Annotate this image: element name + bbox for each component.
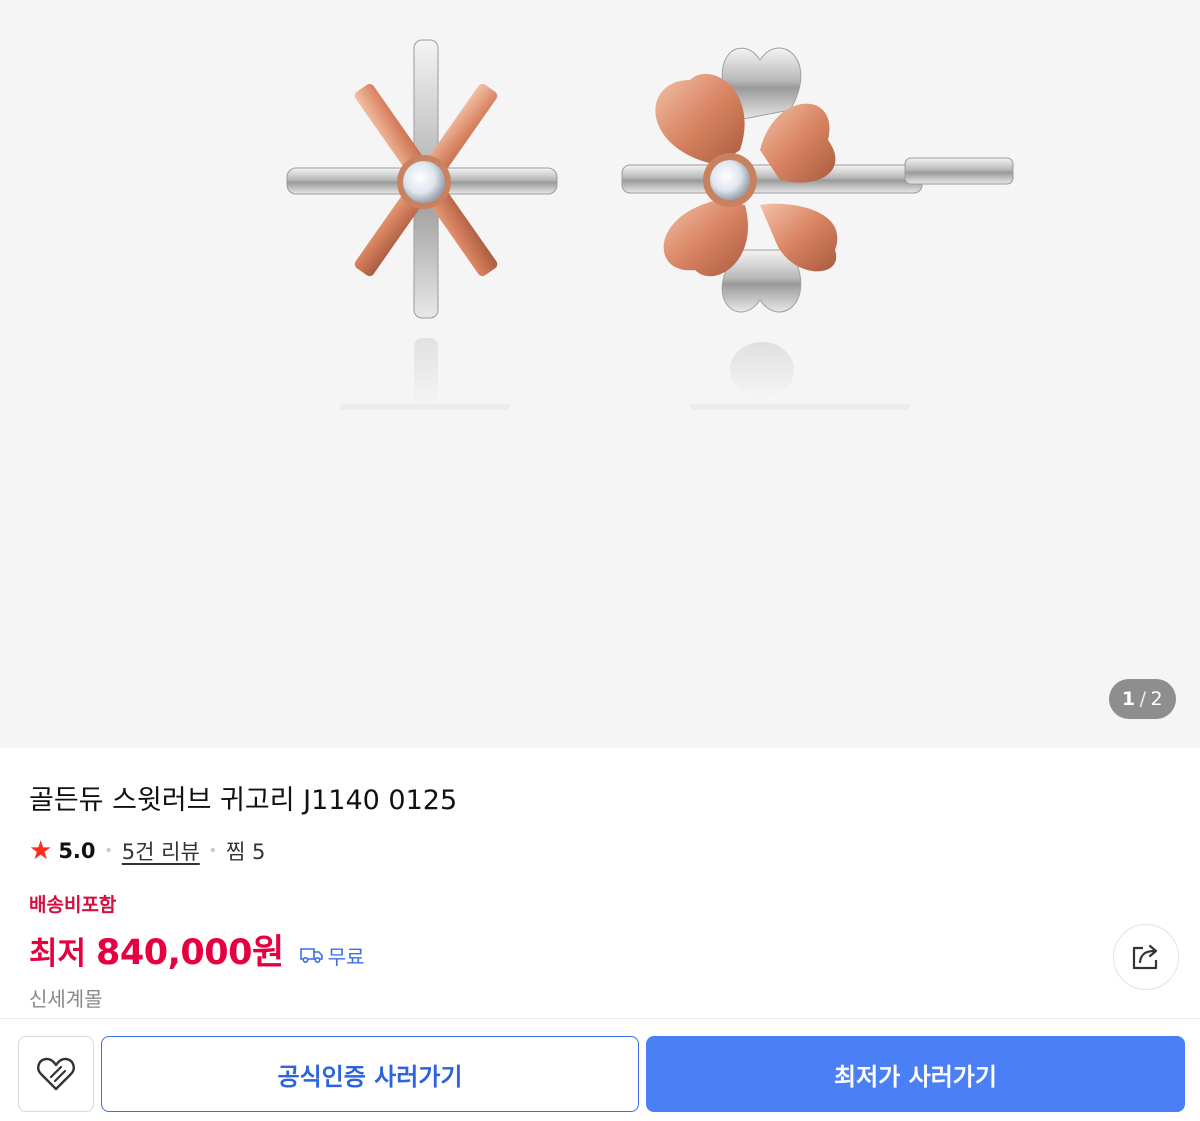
truck-icon bbox=[299, 948, 323, 964]
lowest-price-buy-button[interactable]: 최저가 사러가기 bbox=[646, 1036, 1185, 1112]
price-row: 최저 840,000원 무료 bbox=[29, 924, 364, 975]
page-separator: / bbox=[1139, 688, 1147, 710]
bottom-action-bar: 공식인증 사러가기 최저가 사러가기 bbox=[0, 1018, 1200, 1121]
heart-icon bbox=[37, 1057, 75, 1091]
wish-count: 찜 5 bbox=[226, 840, 266, 864]
total-pages: 2 bbox=[1150, 688, 1164, 710]
product-info: 골든듀 스윗러브 귀고리 J1140 0125 ★ 5.0 • 5건 리뷰 • … bbox=[0, 748, 1200, 1018]
separator-dot: • bbox=[104, 843, 113, 859]
product-image-gallery[interactable]: 1 / 2 bbox=[0, 0, 1200, 748]
price-prefix: 최저 bbox=[29, 936, 87, 972]
share-icon bbox=[1132, 944, 1158, 970]
left-earring-image bbox=[286, 39, 558, 410]
delivery-info: 무료 bbox=[299, 941, 365, 970]
official-buy-button[interactable]: 공식인증 사러가기 bbox=[101, 1036, 639, 1112]
right-earring-image bbox=[621, 47, 1014, 410]
star-icon: ★ bbox=[29, 836, 53, 866]
share-button[interactable] bbox=[1113, 924, 1179, 990]
shipping-included-label: 배송비포함 bbox=[29, 894, 117, 916]
wishlist-button[interactable] bbox=[18, 1036, 94, 1112]
review-link[interactable]: 5건 리뷰 bbox=[122, 836, 200, 866]
lowest-price: 840,000원 bbox=[96, 933, 284, 973]
rating-row: ★ 5.0 • 5건 리뷰 • 찜 5 bbox=[29, 836, 265, 866]
seller-name[interactable]: 신세계몰 bbox=[29, 983, 103, 1012]
current-page: 1 bbox=[1121, 688, 1136, 710]
delivery-label: 무료 bbox=[327, 944, 365, 969]
separator-dot: • bbox=[208, 843, 218, 859]
image-page-indicator: 1 / 2 bbox=[1109, 679, 1176, 719]
product-title: 골든듀 스윗러브 귀고리 J1140 0125 bbox=[29, 785, 458, 816]
rating-score: 5.0 bbox=[58, 839, 96, 863]
product-image bbox=[286, 39, 1014, 410]
